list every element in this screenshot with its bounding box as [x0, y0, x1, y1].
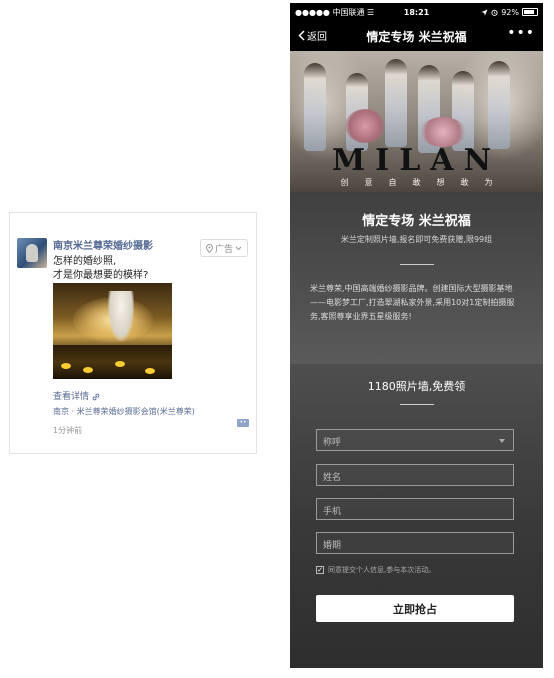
advertiser-avatar[interactable] — [17, 238, 47, 268]
banner-model — [385, 59, 407, 147]
ad-text: 怎样的婚纱照, 才是你最想要的模样? — [53, 255, 148, 283]
ad-location[interactable]: 南京 · 米兰尊荣婚纱摄影会馆(米兰尊荣) — [53, 406, 195, 417]
advertiser-name[interactable]: 南京米兰尊荣婚纱摄影 — [53, 237, 153, 252]
moments-ad-card: 南京米兰尊荣婚纱摄影 广告 怎样的婚纱照, 才是你最想要的模样? 查看详情 南京… — [9, 212, 257, 454]
ad-wedding-photo[interactable] — [53, 283, 172, 379]
name-field[interactable] — [316, 464, 514, 488]
photo-bride-figure — [108, 291, 134, 341]
more-options-button[interactable]: ••• — [507, 25, 535, 41]
status-right: 92% — [481, 8, 538, 17]
intro-section: 情定专场 米兰祝福 米兰定制照片墙,报名即可免费获赠,限99组 米兰尊荣,中国高… — [290, 192, 543, 364]
status-bar: ●●●●● 中国联通 ☰ 18:21 92% — [290, 3, 543, 21]
phone-screen: ●●●●● 中国联通 ☰ 18:21 92% 返回 情定专场 米兰祝福 ••• — [290, 3, 543, 668]
wedding-date-field[interactable] — [316, 532, 514, 556]
ad-badge-label: 广告 — [214, 244, 233, 255]
location-pin-icon — [205, 243, 213, 253]
hero-banner: MILAN 创意自敢想敢为 — [290, 51, 543, 192]
lotus-flower — [61, 363, 71, 369]
ad-text-line-2: 才是你最想要的模样? — [53, 270, 149, 281]
salutation-select[interactable] — [316, 429, 514, 453]
form-title: 1180照片墙,免费领 — [367, 380, 466, 393]
comment-more-icon[interactable]: •• — [237, 419, 249, 427]
nav-title: 情定专场 米兰祝福 — [366, 30, 467, 44]
phone-input[interactable] — [317, 502, 513, 522]
agree-checkbox[interactable]: ✓ — [316, 566, 324, 574]
photo-water — [53, 345, 172, 379]
ad-timestamp: 1分钟前 — [53, 426, 83, 435]
link-icon — [92, 393, 100, 400]
submit-button[interactable]: 立即抢占 — [316, 595, 514, 622]
chevron-down-icon — [235, 246, 242, 250]
agree-label: 同意提交个人信息,参与本次活动。 — [328, 566, 436, 574]
wedding-date-input[interactable] — [317, 536, 513, 556]
brand-slogan: 创意自敢想敢为 — [340, 178, 509, 187]
section-divider — [399, 264, 434, 265]
intro-description: 米兰尊荣,中国高端婚纱摄影品牌。创建国际大型摄影基地——电影梦工厂,打造翠湖私家… — [310, 284, 515, 321]
section-divider — [399, 404, 434, 405]
intro-title: 情定专场 米兰祝福 — [362, 214, 471, 229]
signup-form: 1180照片墙,免费领 ✓ 同意提交个人信息,参与本次活动。 立即抢占 — [290, 364, 543, 668]
name-input[interactable] — [317, 468, 513, 488]
brand-logo: MILAN — [331, 143, 502, 178]
alarm-icon — [491, 9, 498, 16]
banner-flowers — [345, 109, 385, 143]
banner-model — [488, 61, 510, 149]
view-details-link[interactable]: 查看详情 — [53, 389, 100, 402]
ad-badge[interactable]: 广告 — [199, 239, 248, 257]
intro-subtitle: 米兰定制照片墙,报名即可免费获赠,限99组 — [340, 235, 493, 244]
battery-icon — [522, 8, 538, 16]
phone-field[interactable] — [316, 498, 514, 522]
view-details-label: 查看详情 — [53, 392, 90, 402]
location-arrow-icon — [481, 9, 488, 15]
ad-text-line-1: 怎样的婚纱照, — [53, 256, 117, 267]
lotus-flower — [83, 367, 93, 373]
battery-percent: 92% — [501, 7, 519, 17]
lotus-flower — [115, 361, 125, 367]
salutation-input[interactable] — [317, 433, 513, 453]
dropdown-caret-icon — [499, 439, 505, 443]
nav-bar: 返回 情定专场 米兰祝福 ••• — [290, 21, 543, 51]
banner-model — [304, 63, 326, 151]
lotus-flower — [145, 368, 155, 374]
agree-checkbox-row[interactable]: ✓ 同意提交个人信息,参与本次活动。 — [316, 565, 435, 575]
